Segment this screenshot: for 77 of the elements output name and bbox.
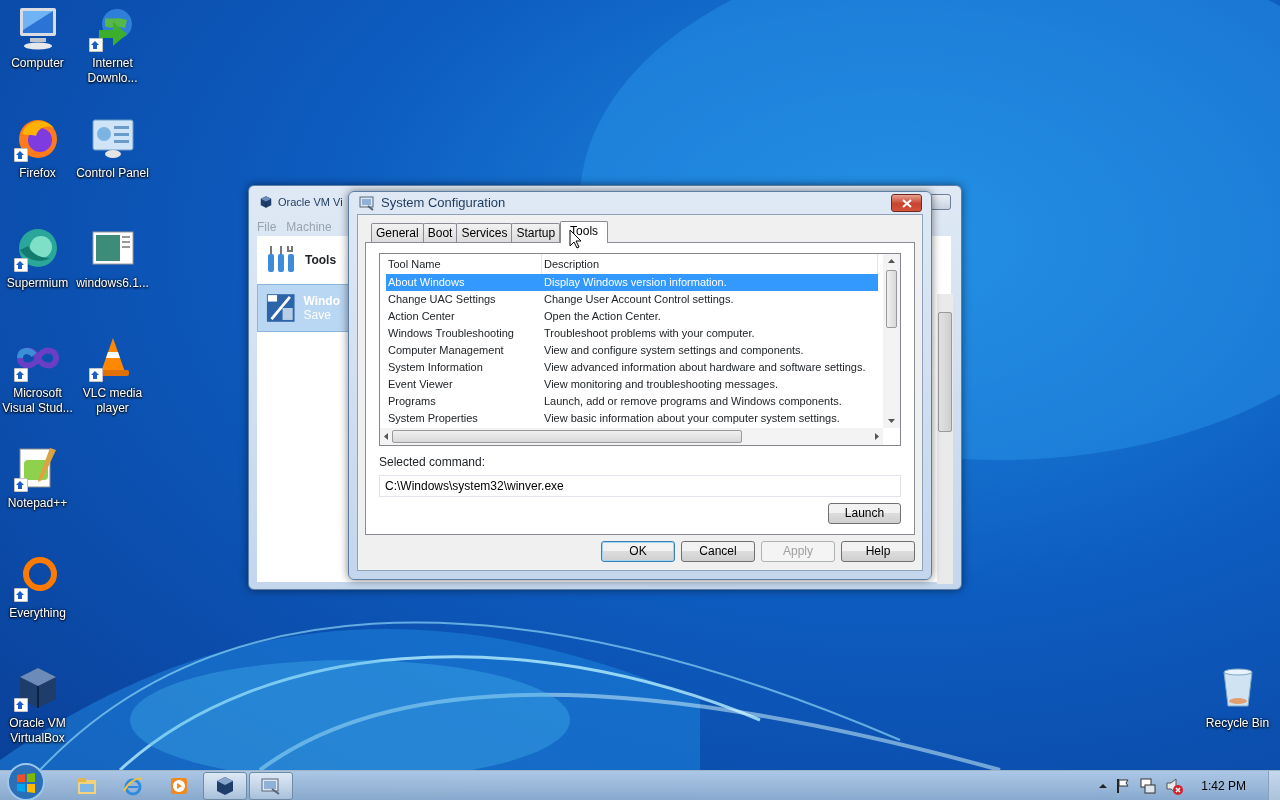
- close-button[interactable]: [891, 194, 922, 212]
- taskbar-button[interactable]: [203, 771, 247, 800]
- vm-icon: [266, 292, 296, 324]
- table-cell-text: View and configure system settings and components.: [543, 343, 805, 358]
- icon-label[interactable]: Computer: [0, 56, 75, 71]
- table-row[interactable]: Programs Launch, add or remove programs and Windows components.: [386, 393, 878, 410]
- table-cell-text: Troubleshoot problems with your computer.: [543, 326, 756, 341]
- vm-name: Windo: [303, 294, 340, 308]
- command-field[interactable]: C:\Windows\system32\winver.exe: [379, 475, 901, 497]
- icon-label[interactable]: windows6.1...: [75, 276, 150, 291]
- table-row[interactable]: Action Center Open the Action Center.: [386, 308, 878, 325]
- vm-status: Save: [303, 308, 332, 322]
- scrollbar[interactable]: [883, 254, 900, 428]
- table-row[interactable]: System Properties View basic information about your computer system settings.: [386, 410, 878, 427]
- table-cell-text: Display Windows version information.: [543, 275, 728, 290]
- table-cell-text: View monitoring and troubleshooting messages.: [543, 377, 779, 392]
- table-cell-text: Change User Account Control settings.: [543, 292, 735, 307]
- sidebar-item[interactable]: Tools: [257, 236, 349, 284]
- scroll-down-icon: [888, 419, 895, 423]
- icon-label[interactable]: Microsoft Visual Stud...: [0, 386, 75, 416]
- scrollbar[interactable]: [937, 294, 953, 584]
- table-cell-text: Windows Troubleshooting: [387, 326, 515, 341]
- scroll-up-icon: [888, 259, 895, 263]
- table-cell-text: Change UAC Settings: [387, 292, 497, 307]
- table-row[interactable]: System Information View advanced information about hardware and software settings.: [386, 359, 878, 376]
- icon-label[interactable]: Notepad++: [0, 496, 75, 511]
- table-row[interactable]: Event Viewer View monitoring and troubleshooting messages.: [386, 376, 878, 393]
- table-cell-text: Launch, add or remove programs and Windows components.: [543, 394, 843, 409]
- table-cell-text: Open the Action Center.: [543, 309, 662, 324]
- icon-label[interactable]: Everything: [0, 606, 75, 621]
- icon-label[interactable]: VLC media player: [75, 386, 150, 416]
- icon-label[interactable]: Control Panel: [75, 166, 150, 181]
- scroll-thumb[interactable]: [938, 312, 952, 432]
- cube-icon: [214, 774, 236, 797]
- table-cell-text: Programs: [387, 394, 437, 409]
- scroll-left-icon: [384, 433, 388, 440]
- window-title: Oracle VM Vi: [278, 195, 343, 210]
- sidebar-label: Tools: [305, 252, 337, 269]
- tab[interactable]: Services: [456, 223, 513, 242]
- app-icon: [359, 195, 375, 211]
- scroll-thumb[interactable]: [392, 430, 742, 443]
- table-row[interactable]: Computer Management View and configure system settings and components.: [386, 342, 878, 359]
- launch-button[interactable]: Launch: [828, 503, 901, 524]
- table-cell-text: Event Viewer: [387, 377, 454, 392]
- field-label: Selected command:: [379, 454, 487, 471]
- table-row[interactable]: Change UAC Settings Change User Account Control settings.: [386, 291, 878, 308]
- table-cell-text: View basic information about your computer system settings.: [543, 411, 841, 426]
- cube-icon: [259, 195, 273, 210]
- show-desktop-button[interactable]: [1268, 770, 1280, 800]
- icon-label[interactable]: Oracle VM VirtualBox: [0, 716, 75, 746]
- show-hidden-icon: [1099, 782, 1108, 789]
- flag-icon: [1115, 776, 1132, 795]
- table-cell-text: System Properties: [387, 411, 479, 426]
- speaker-muted-icon: [1165, 776, 1184, 795]
- tab[interactable]: Tools: [560, 221, 609, 243]
- table-cell-text: View advanced information about hardware and software settings.: [543, 360, 867, 375]
- tab[interactable]: General: [371, 223, 424, 242]
- table-row[interactable]: Windows Troubleshooting Troubleshoot problems with your computer.: [386, 325, 878, 342]
- table-cell-text: Computer Management: [387, 343, 505, 358]
- icon-label[interactable]: Supermium: [0, 276, 75, 291]
- table-cell-text: System Information: [387, 360, 484, 375]
- clock[interactable]: 1:42 PM: [1191, 776, 1260, 795]
- icon-label[interactable]: Firefox: [0, 166, 75, 181]
- close-icon: [901, 198, 912, 208]
- dialog-button[interactable]: Help: [841, 541, 915, 562]
- icon-label[interactable]: Internet Downlo...: [75, 56, 150, 86]
- network-icon: [1139, 776, 1158, 795]
- tab[interactable]: Startup: [511, 223, 561, 242]
- scrollbar[interactable]: [380, 428, 883, 445]
- scroll-right-icon: [875, 433, 879, 440]
- dialog-button[interactable]: OK: [601, 541, 675, 562]
- scroll-thumb[interactable]: [886, 270, 897, 328]
- dialog-button[interactable]: Cancel: [681, 541, 755, 562]
- icon-label[interactable]: Recycle Bin: [1200, 716, 1275, 731]
- table-cell-text: About Windows: [387, 275, 466, 290]
- window-title: System Configuration: [381, 194, 506, 213]
- table-cell-text: Action Center: [387, 309, 456, 324]
